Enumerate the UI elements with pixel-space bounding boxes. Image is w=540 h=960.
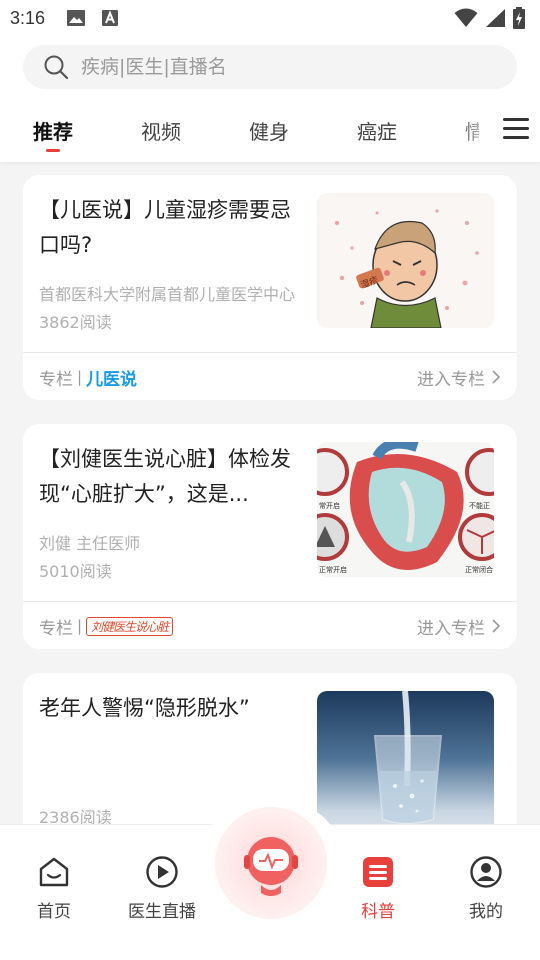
article-title: 【刘健医生说心脏】体检发现“心脏扩大”，这是... <box>39 447 291 506</box>
read-count: 3862阅读 <box>39 313 112 332</box>
article-card[interactable]: 老年人警惕“隐形脱水” 2386阅读 <box>23 673 517 824</box>
ai-doctor-button[interactable] <box>221 813 321 913</box>
tab-recommend[interactable]: 推荐 <box>33 116 73 152</box>
column-label: 专栏 <box>39 369 73 390</box>
thumb-label-normal-close: 正常闭合 <box>465 565 493 574</box>
nav-profile-label: 我的 <box>469 902 503 922</box>
article-title: 【儿医说】儿童湿疹需要忌口吗? <box>39 198 291 257</box>
tab-cancer[interactable]: 癌症 <box>357 116 397 145</box>
column-name-logo: 儿医说 <box>86 369 138 390</box>
enter-column-link[interactable]: 进入专栏 <box>417 365 501 390</box>
robot-doctor-icon <box>244 837 298 896</box>
article-source: 首都医科大学附属首都儿童医学中心 <box>39 285 296 304</box>
tab-fitness[interactable]: 健身 <box>249 116 289 145</box>
nav-profile[interactable]: 我的 <box>441 855 531 922</box>
nav-science[interactable]: 科普 <box>333 855 423 922</box>
image-notification-icon <box>65 7 87 29</box>
enter-column-link[interactable]: 进入专栏 <box>417 614 501 639</box>
article-card[interactable]: 【刘健医生说心脏】体检发现“心脏扩大”，这是... 刘健 主任医师 5010阅读… <box>23 424 517 649</box>
wifi-icon <box>454 8 478 28</box>
article-card[interactable]: 【儿医说】儿童湿疹需要忌口吗? 首都医科大学附属首都儿童医学中心 3862阅读 … <box>23 175 517 400</box>
play-circle-icon <box>146 856 178 888</box>
status-time: 3:16 <box>10 7 46 28</box>
menu-icon[interactable] <box>503 118 529 142</box>
nav-doctor-live-label: 医生直播 <box>128 902 196 922</box>
thumb-label-normal-open: 正常开启 <box>319 565 347 574</box>
status-bar: 3:16 <box>0 0 540 36</box>
card-divider <box>23 352 517 353</box>
enter-column-label: 进入专栏 <box>417 369 485 390</box>
user-circle-icon <box>470 856 502 888</box>
signal-icon <box>484 8 506 28</box>
feed: 【儿医说】儿童湿疹需要忌口吗? 首都医科大学附属首都儿童医学中心 3862阅读 … <box>0 162 540 824</box>
column-separator: | <box>77 368 83 386</box>
chevron-right-icon <box>492 619 501 633</box>
article-thumbnail <box>317 691 494 824</box>
column-label: 专栏 <box>39 618 73 639</box>
nav-science-label: 科普 <box>361 902 395 922</box>
nav-home[interactable]: 首页 <box>9 855 99 922</box>
nav-doctor-live[interactable]: 医生直播 <box>117 855 207 922</box>
read-count: 2386阅读 <box>39 808 112 824</box>
article-thumbnail: 湿疹 <box>317 193 494 328</box>
thumb-label-abnormal: 不能正 <box>469 501 490 510</box>
column-separator: | <box>77 617 83 635</box>
chevron-right-icon <box>492 370 501 384</box>
enter-column-label: 进入专栏 <box>417 618 485 639</box>
tab-fade <box>456 114 496 154</box>
article-list-icon <box>363 857 393 887</box>
search-bar[interactable] <box>23 45 517 89</box>
font-notification-icon <box>99 7 121 29</box>
nav-home-label: 首页 <box>37 902 71 922</box>
column-name-logo: 刘健医生说心脏 <box>86 616 174 636</box>
tab-video[interactable]: 视频 <box>141 116 181 145</box>
article-author: 刘健 主任医师 <box>39 534 141 553</box>
read-count: 5010阅读 <box>39 562 112 581</box>
header: 推荐 视频 健身 癌症 情 <box>0 36 540 162</box>
article-thumbnail: 常开启 不能正 正常开启 正常闭合 <box>317 442 494 577</box>
search-input[interactable] <box>81 56 461 78</box>
category-tabs: 推荐 视频 健身 癌症 情 <box>0 114 540 162</box>
column-footer[interactable]: 专栏 | 儿医说 进入专栏 <box>39 355 501 399</box>
home-icon <box>39 857 69 887</box>
search-icon <box>44 55 69 80</box>
article-title: 老年人警惕“隐形脱水” <box>39 696 250 720</box>
thumb-label-open: 常开启 <box>319 501 340 510</box>
card-divider <box>23 601 517 602</box>
battery-charging-icon <box>512 7 526 29</box>
column-footer[interactable]: 专栏 | 刘健医生说心脏 进入专栏 <box>39 604 501 648</box>
bottom-nav: 首页 医生直播 科普 我的 <box>0 807 540 960</box>
